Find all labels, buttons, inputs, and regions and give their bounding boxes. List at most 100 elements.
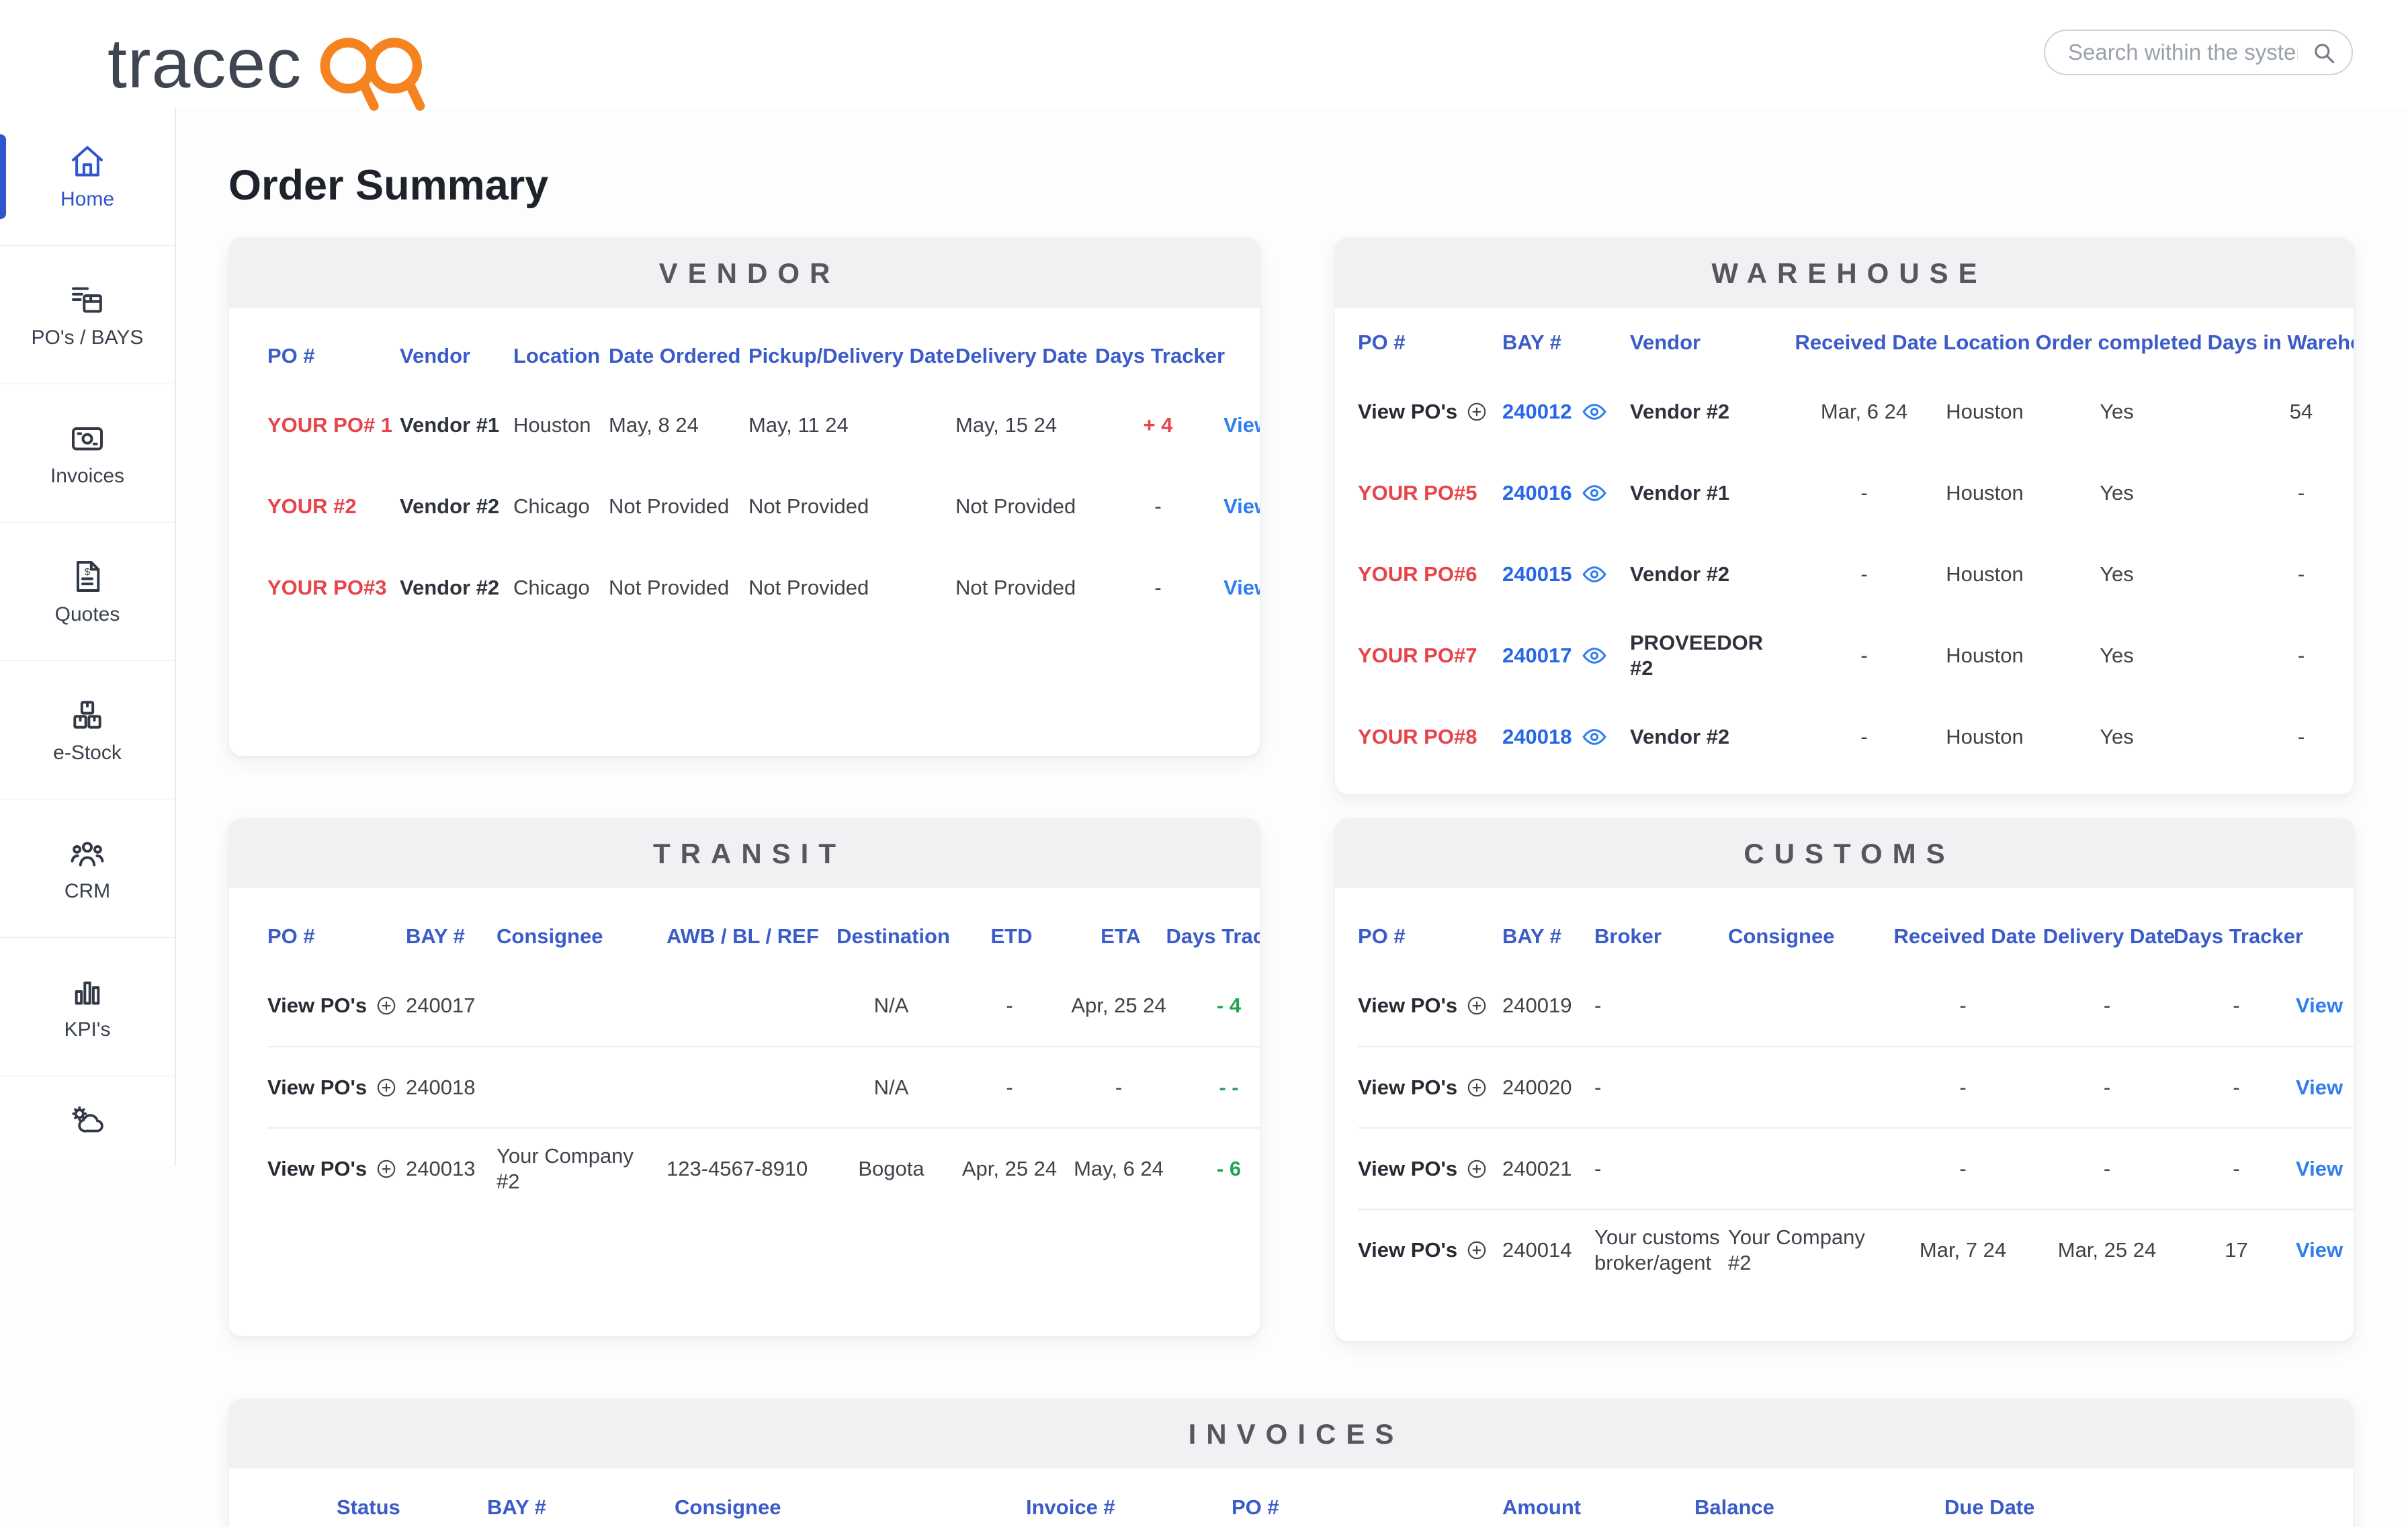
view-pos-button[interactable]: View PO's [1358,371,1502,452]
eye-icon[interactable] [1581,561,1608,588]
view-pos-button[interactable]: View PO's [267,1127,406,1209]
sidebar-item-label: Home [60,188,114,211]
table-cell: - [2202,696,2354,777]
table-cell: Your Company #2 [1728,1209,1893,1290]
eye-icon[interactable] [1581,398,1608,425]
po-link[interactable]: YOUR PO#5 [1358,452,1502,533]
table-cell: - [955,1046,1068,1127]
view-pos-button[interactable]: View PO's [267,965,406,1046]
view-pos-button[interactable]: View PO's [1358,1127,1502,1209]
plus-circle-icon[interactable] [1465,1076,1488,1099]
table-wrapper: PO #BAY #VendorReceived DateLocationOrde… [1335,308,2354,794]
po-link[interactable]: YOUR PO#6 [1358,533,1502,615]
column-header: BAY # [487,1479,675,1527]
table-cell: 123-4567-8910 [666,1127,831,1209]
column-header: Days Tracker [1174,908,1260,965]
days-tracker-value: - - [1174,1046,1260,1127]
table-cell: Mar, 6 24 [1794,371,1938,452]
view-link[interactable]: View [1223,384,1260,466]
column-header [1223,328,1260,384]
sidebar-item-integrations[interactable] [0,1076,175,1166]
sidebar-item-kpis[interactable]: KPI's [0,937,175,1076]
plus-circle-icon[interactable] [1465,400,1488,423]
po-link[interactable]: YOUR PO# 1 [267,384,400,466]
table-cell: Vendor #2 [400,547,513,628]
view-link[interactable]: View [2296,965,2354,1046]
days-tracker-value: + 4 [1096,384,1223,466]
bay-link[interactable]: 240018 [1502,696,1630,777]
sidebar: Home PO's / BAYS Invoices [0,107,176,1166]
column-header: Broker [1594,908,1728,965]
table-cell: N/A [831,1046,955,1127]
column-header: Days Tracker [1096,328,1223,384]
table-wrapper: PO #BAY #ConsigneeAWB / BL / REFDestinat… [229,888,1260,1336]
table-cell: Houston [513,384,609,466]
card-header: TRANSIT [229,819,1260,888]
view-link[interactable]: View [2296,1046,2354,1127]
column-header: Days in Warehouse [2202,314,2354,371]
bay-link[interactable]: 240012 [1502,371,1630,452]
eye-icon[interactable] [1581,642,1608,669]
sidebar-item-home[interactable]: Home [0,107,175,245]
sidebar-item-label: Quotes [55,603,120,626]
plus-circle-icon[interactable] [375,994,398,1017]
plus-circle-icon[interactable] [1465,1239,1488,1262]
vendor-card: VENDOR PO #VendorLocationDate OrderedPic… [228,238,1260,756]
sidebar-item-invoices[interactable]: Invoices [0,384,175,522]
table-cell: - [2181,1046,2296,1127]
table-cell: Apr, 25 24 [1068,965,1174,1046]
bay-link[interactable]: 240016 [1502,452,1630,533]
pos-bays-icon [69,281,106,318]
sidebar-item-pos-bays[interactable]: PO's / BAYS [0,245,175,384]
column-header: PO # [1358,314,1502,371]
table-cell: Not Provided [748,466,955,547]
po-link[interactable]: YOUR PO#8 [1358,696,1502,777]
table-cell: Yes [2035,371,2202,452]
table-cell: Yes [2035,615,2202,696]
logo-text: tracec [108,24,302,104]
plus-circle-icon[interactable] [375,1158,398,1180]
table-wrapper: StatusBAY #ConsigneeInvoice #PO #AmountB… [229,1469,2353,1527]
sidebar-item-quotes[interactable]: $ Quotes [0,522,175,660]
bay-link[interactable]: 240017 [1502,615,1630,696]
column-header: Balance [1694,1479,1944,1527]
eye-icon[interactable] [1581,480,1608,507]
view-pos-button[interactable]: View PO's [267,1046,406,1127]
table-cell: - [2037,1046,2181,1127]
column-header: BAY # [1502,314,1630,371]
view-pos-button[interactable]: View PO's [1358,965,1502,1046]
plus-circle-icon[interactable] [375,1076,398,1099]
table-cell [1728,1127,1893,1209]
plus-circle-icon[interactable] [1465,1158,1488,1180]
po-link[interactable]: YOUR PO#7 [1358,615,1502,696]
po-link[interactable]: YOUR #2 [267,466,400,547]
column-header: PO # [1232,1479,1502,1527]
table-cell: Not Provided [609,547,748,628]
table-cell [666,1046,831,1127]
plus-circle-icon[interactable] [1465,994,1488,1017]
search-input[interactable] [2044,30,2353,75]
home-icon [69,142,106,180]
view-link[interactable]: View [1223,547,1260,628]
column-header: Order completed [2035,314,2202,371]
table-cell: - [1893,1046,2037,1127]
table-cell: - [2202,452,2354,533]
bay-link[interactable]: 240015 [1502,533,1630,615]
warehouse-card: WAREHOUSE PO #BAY #VendorReceived DateLo… [1334,238,2354,795]
search-icon[interactable] [2311,40,2337,66]
sidebar-item-label: e-Stock [53,742,122,765]
view-link[interactable]: View [1223,466,1260,547]
sidebar-item-label: KPI's [64,1018,110,1041]
po-link[interactable]: YOUR PO#3 [267,547,400,628]
customs-card: CUSTOMS PO #BAY #BrokerConsigneeReceived… [1334,818,2354,1342]
view-link[interactable]: View [2296,1127,2354,1209]
table-cell: Houston [1938,533,2035,615]
view-pos-button[interactable]: View PO's [1358,1209,1502,1290]
column-header: ETD [955,908,1068,965]
sidebar-item-e-stock[interactable]: e-Stock [0,660,175,799]
sidebar-item-crm[interactable]: CRM [0,799,175,937]
eye-icon[interactable] [1581,724,1608,750]
view-link[interactable]: View [2296,1209,2354,1290]
view-pos-button[interactable]: View PO's [1358,1046,1502,1127]
table-cell: Your customs broker/agent [1594,1209,1728,1290]
